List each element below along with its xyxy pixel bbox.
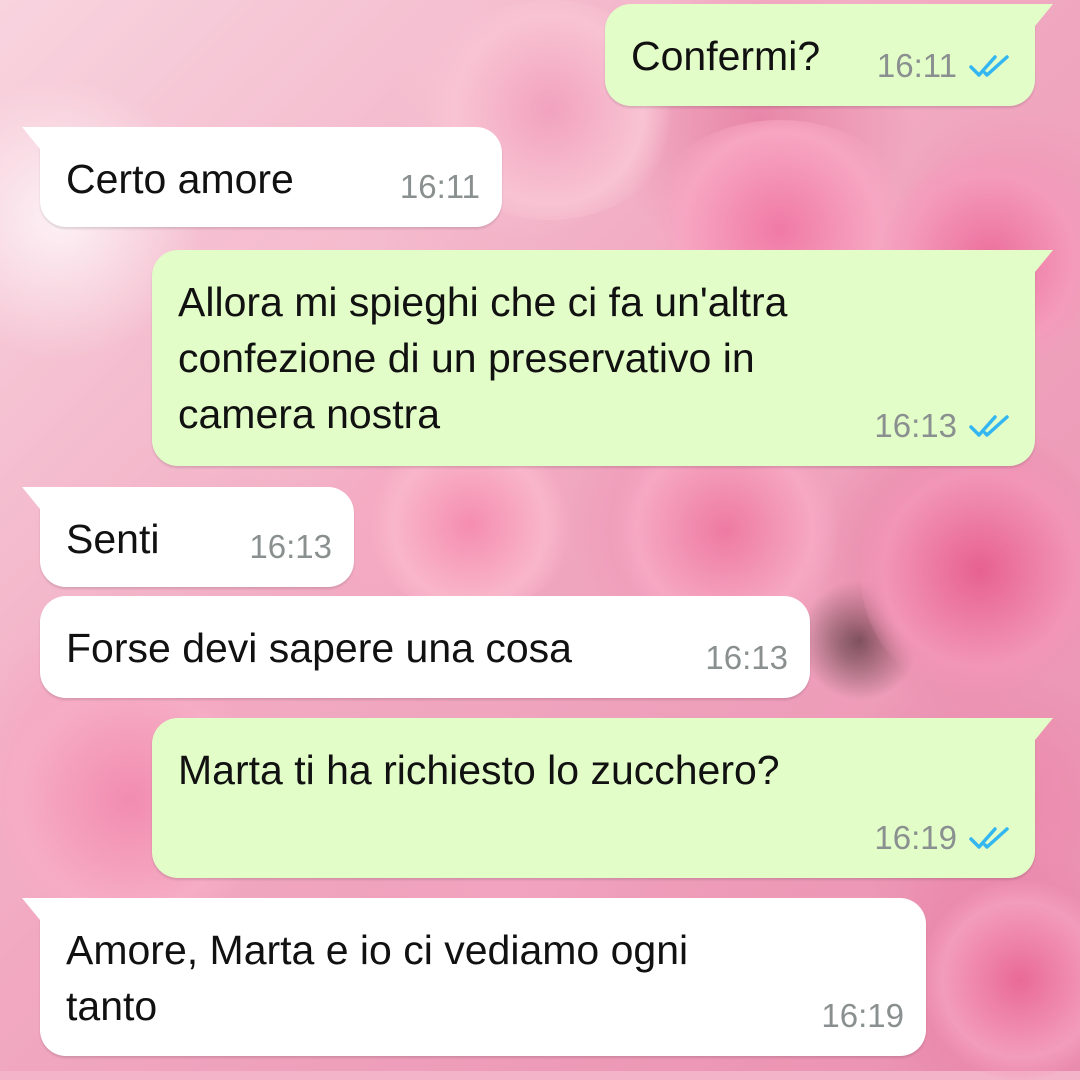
message-text: Senti [66, 516, 160, 562]
outgoing-message[interactable]: Allora mi spieghi che ci fa un'altra con… [152, 250, 1053, 466]
message-time: 16:13 [705, 639, 788, 676]
message-meta: 16:13 [874, 398, 1013, 454]
message-meta: 16:11 [400, 159, 480, 215]
message-time: 16:11 [399, 168, 480, 205]
message-time: 16:11 [876, 47, 957, 84]
message-text: Marta ti ha richiesto lo zucchero? [178, 747, 780, 793]
incoming-message[interactable]: Forse devi sapere una cosa 16:13 [40, 596, 810, 698]
message-text: Forse devi sapere una cosa [66, 625, 572, 671]
wallpaper-rose [920, 880, 1080, 1080]
message-time: 16:19 [821, 997, 904, 1034]
message-meta: 16:13 [705, 630, 788, 686]
outgoing-message[interactable]: Confermi? 16:11 [605, 4, 1053, 106]
message-meta: 16:13 [249, 519, 332, 575]
wallpaper-rose [860, 440, 1080, 700]
outgoing-message[interactable]: Marta ti ha richiesto lo zucchero? 16:19 [152, 718, 1053, 878]
message-time: 16:13 [249, 528, 332, 565]
incoming-message[interactable]: Certo amore 16:11 [22, 127, 502, 227]
double-check-icon [969, 827, 1009, 849]
message-text: Amore, Marta e io ci vediamo ogni tanto [66, 927, 689, 1029]
double-check-icon [969, 55, 1009, 77]
incoming-message[interactable]: Senti 16:13 [22, 487, 354, 587]
message-meta: 16:19 [821, 988, 904, 1044]
message-time: 16:19 [874, 819, 957, 856]
message-time: 16:13 [874, 407, 957, 444]
message-meta: 16:11 [877, 38, 1013, 94]
double-check-icon [969, 415, 1009, 437]
message-meta: 16:19 [874, 810, 1013, 866]
message-text: Confermi? [631, 33, 821, 79]
message-text: Allora mi spieghi che ci fa un'altra con… [178, 279, 788, 437]
incoming-message[interactable]: Amore, Marta e io ci vediamo ogni tanto … [22, 898, 926, 1056]
message-text: Certo amore [66, 156, 294, 202]
